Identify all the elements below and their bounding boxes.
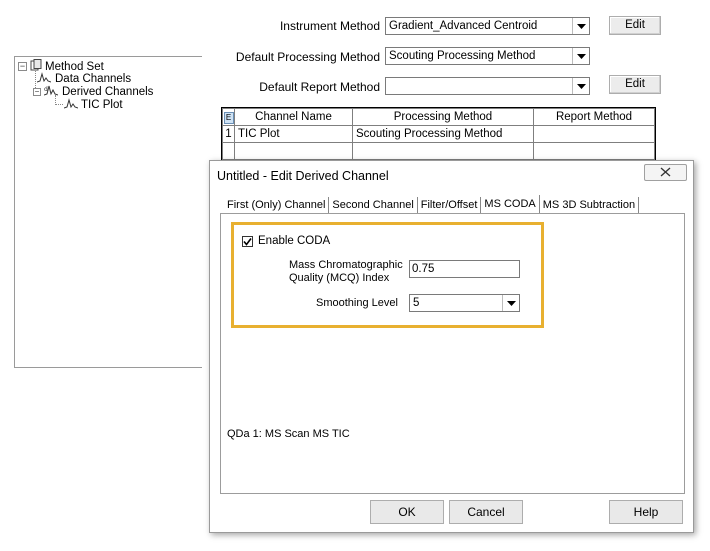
mcq-label-line-1: Mass Chromatographic (289, 259, 403, 271)
instrument-method-value: Gradient_Advanced Centroid (389, 20, 538, 32)
tab-ms-coda[interactable]: MS CODA (481, 195, 540, 213)
source-channel-text: QDa 1: MS Scan MS TIC (227, 428, 350, 440)
chromatogram-icon (63, 98, 79, 112)
help-button[interactable]: Help (609, 500, 683, 524)
mcq-index-input[interactable]: 0.75 (409, 260, 520, 278)
instrument-method-select[interactable]: Gradient_Advanced Centroid (385, 17, 590, 35)
column-header-report-method[interactable]: Report Method (533, 108, 655, 126)
smoothing-level-value: 5 (413, 297, 420, 309)
row-number: 1 (222, 125, 235, 143)
collapse-icon[interactable]: − (18, 62, 27, 71)
column-header-channel-name[interactable]: Channel Name (234, 108, 353, 126)
chevron-down-icon[interactable] (502, 295, 519, 311)
cell-report-method[interactable] (533, 142, 655, 160)
coda-settings-highlight: Enable CODA Mass Chromatographic Quality… (231, 222, 544, 328)
cell-processing-method[interactable]: Scouting Processing Method (352, 125, 534, 143)
chromatogram-icon (36, 72, 52, 86)
cell-processing-method[interactable] (352, 142, 534, 160)
tree-item-label: Data Channels (55, 73, 132, 85)
tree-connector (55, 104, 63, 105)
cell-channel-name[interactable]: TIC Plot (234, 125, 353, 143)
tree-item-tic-plot[interactable]: TIC Plot (63, 98, 123, 112)
chevron-down-icon[interactable] (572, 48, 589, 64)
processing-method-value: Scouting Processing Method (389, 50, 536, 62)
instrument-method-edit-button[interactable]: Edit (609, 16, 661, 35)
tab-filter-offset[interactable]: Filter/Offset (418, 197, 482, 213)
channel-grid[interactable]: E Channel Name Processing Method Report … (221, 107, 656, 167)
edit-derived-channel-dialog: Untitled - Edit Derived Channel First (O… (209, 160, 694, 533)
report-method-edit-button[interactable]: Edit (609, 75, 661, 94)
report-method-label: Default Report Method (259, 80, 380, 94)
method-tree[interactable]: − Method Set Data Channels − d Derived C… (14, 56, 202, 368)
tab-ms-3d-subtraction[interactable]: MS 3D Subtraction (540, 197, 640, 213)
ok-button[interactable]: OK (370, 500, 444, 524)
checkmark-icon (243, 237, 252, 246)
processing-method-label: Default Processing Method (235, 50, 380, 64)
tree-item-label: TIC Plot (81, 99, 123, 111)
tab-second-channel[interactable]: Second Channel (329, 197, 418, 213)
close-icon (660, 166, 671, 180)
collapse-icon[interactable]: − (33, 88, 41, 96)
svg-text:d: d (44, 86, 48, 93)
tree-item-label: Derived Channels (62, 86, 154, 98)
enable-coda-checkbox[interactable] (242, 235, 253, 247)
cell-report-method[interactable] (533, 125, 655, 143)
tab-bar: First (Only) Channel Second Channel Filt… (224, 195, 640, 213)
close-button[interactable] (644, 164, 687, 181)
tree-item-data-channels[interactable]: Data Channels (36, 72, 132, 86)
table-row[interactable]: 1 TIC Plot Scouting Processing Method (222, 125, 655, 143)
chevron-down-icon[interactable] (572, 78, 589, 94)
smoothing-level-label: Smoothing Level (316, 297, 398, 309)
grid-corner-cell[interactable]: E (222, 108, 235, 126)
dialog-title: Untitled - Edit Derived Channel (217, 169, 389, 183)
instrument-method-label: Instrument Method (279, 19, 380, 33)
table-row[interactable] (222, 142, 655, 160)
cancel-button[interactable]: Cancel (449, 500, 523, 524)
chevron-down-icon[interactable] (572, 18, 589, 34)
ms-coda-panel: Enable CODA Mass Chromatographic Quality… (220, 213, 685, 494)
tree-item-derived-channels[interactable]: − d Derived Channels (33, 85, 153, 99)
processing-method-select[interactable]: Scouting Processing Method (385, 47, 590, 65)
enable-coda-label: Enable CODA (258, 235, 331, 247)
mcq-index-label: Mass Chromatographic Quality (MCQ) Index (289, 259, 403, 285)
tree-item-label: Method Set (45, 60, 104, 73)
enable-coda-toggle[interactable]: Enable CODA (242, 235, 330, 247)
grid-corner-icon: E (223, 111, 234, 124)
tab-first-channel[interactable]: First (Only) Channel (224, 197, 330, 213)
row-number (222, 142, 235, 160)
column-header-processing-method[interactable]: Processing Method (352, 108, 534, 126)
cell-channel-name[interactable] (234, 142, 353, 160)
grid-header-row: E Channel Name Processing Method Report … (222, 108, 655, 126)
report-method-select[interactable] (385, 77, 590, 95)
mcq-label-line-2: Quality (MCQ) Index (289, 272, 390, 284)
smoothing-level-select[interactable]: 5 (409, 294, 520, 312)
